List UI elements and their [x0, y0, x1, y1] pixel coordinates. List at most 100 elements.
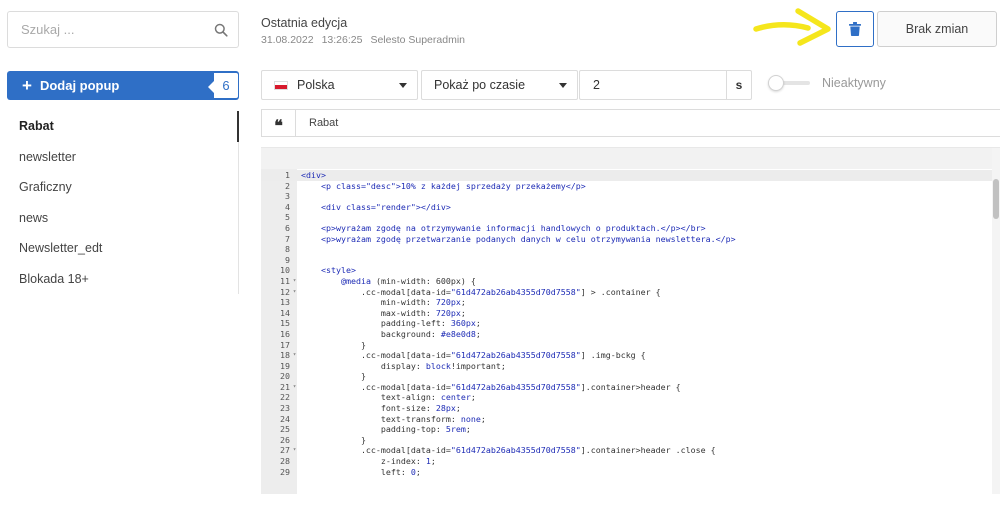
- code-line[interactable]: 4 <div class="render"></div>: [261, 202, 992, 213]
- line-number: 22: [280, 392, 290, 403]
- line-number: 3: [285, 191, 290, 202]
- fold-arrow-icon[interactable]: ▾: [290, 287, 299, 298]
- popup-list-item-rabat[interactable]: Rabat: [0, 111, 239, 142]
- delete-button[interactable]: [836, 11, 874, 47]
- code-line[interactable]: 29 left: 0;: [261, 467, 992, 478]
- popup-list-item-graficzny[interactable]: Graficzny: [0, 172, 238, 203]
- code-text: min-width: 720px;: [301, 297, 466, 308]
- line-number: 13: [280, 297, 290, 308]
- popup-title-input[interactable]: [296, 117, 1000, 129]
- code-text: <div class="render"></div>: [320, 201, 451, 212]
- code-line[interactable]: 14 max-width: 720px;: [261, 308, 992, 319]
- language-select[interactable]: Polska: [261, 70, 418, 100]
- code-text: @media (min-width: 600px) {: [340, 275, 476, 286]
- add-popup-button[interactable]: + Dodaj popup 6: [7, 71, 239, 100]
- code-line[interactable]: 10 <style>: [261, 265, 992, 276]
- code-line[interactable]: 3: [261, 191, 992, 202]
- code-line[interactable]: 8: [261, 244, 992, 255]
- code-text: text-align: center;: [301, 392, 476, 403]
- code-line[interactable]: 18 ▾ .cc-modal[data-id="61d472ab26ab4355d…: [261, 350, 992, 361]
- fold-arrow-icon[interactable]: ▾: [290, 350, 299, 361]
- no-changes-button[interactable]: Brak zmian: [877, 11, 997, 47]
- code-line[interactable]: 22 text-align: center;: [261, 392, 992, 403]
- code-line[interactable]: 2 <p class="desc">10% z każdej sprzedaży…: [261, 181, 992, 192]
- code-line[interactable]: 5: [261, 212, 992, 223]
- code-text: .cc-modal[data-id="61d472ab26ab4355d70d7…: [301, 286, 661, 297]
- active-toggle[interactable]: Nieaktywny: [768, 75, 886, 91]
- editor-scrollbar-thumb[interactable]: [993, 179, 999, 219]
- code-line[interactable]: 1 <div>: [261, 170, 992, 181]
- fold-arrow-icon[interactable]: ▾: [290, 382, 299, 393]
- code-text: background: #e8e0d8;: [301, 328, 481, 339]
- line-number: 25: [280, 424, 290, 435]
- search-icon[interactable]: [214, 23, 228, 37]
- code-line[interactable]: 12 ▾ .cc-modal[data-id="61d472ab26ab4355d…: [261, 287, 992, 298]
- code-line[interactable]: 13 min-width: 720px;: [261, 297, 992, 308]
- code-line[interactable]: 27 ▾ .cc-modal[data-id="61d472ab26ab4355d…: [261, 445, 992, 456]
- chevron-down-icon: [399, 82, 407, 88]
- code-line[interactable]: 11 ▾ @media (min-width: 600px) {: [261, 276, 992, 287]
- editor-scrollbar[interactable]: [992, 148, 1000, 494]
- code-line[interactable]: 25 padding-top: 5rem;: [261, 424, 992, 435]
- toggle-track[interactable]: [768, 75, 810, 91]
- code-line[interactable]: 26 }: [261, 435, 992, 446]
- chevron-down-icon: [559, 82, 567, 88]
- code-text: }: [301, 371, 366, 382]
- code-editor[interactable]: 1 <div> 2 <p class="desc">10% z każdej spr…: [261, 147, 1000, 494]
- code-line[interactable]: 20 }: [261, 371, 992, 382]
- fold-arrow-icon[interactable]: ▾: [290, 445, 299, 456]
- code-line[interactable]: 7 <p>wyrażam zgodę przetwarzanie podanyc…: [261, 234, 992, 245]
- code-text: }: [301, 434, 366, 445]
- trash-icon: [849, 22, 861, 36]
- line-number: 9: [285, 254, 290, 265]
- code-line[interactable]: 28 z-index: 1;: [261, 456, 992, 467]
- line-number: 24: [280, 413, 290, 424]
- code-line[interactable]: 24 text-transform: none;: [261, 414, 992, 425]
- delay-input[interactable]: [580, 71, 726, 99]
- code-text: max-width: 720px;: [301, 307, 466, 318]
- add-popup-label: Dodaj popup: [39, 78, 120, 93]
- popup-list-item-blokada[interactable]: Blokada 18+: [0, 264, 238, 295]
- line-number: 18: [280, 350, 290, 361]
- search-box[interactable]: [7, 11, 239, 48]
- delay-unit: s: [726, 71, 751, 99]
- code-line[interactable]: 23 font-size: 28px;: [261, 403, 992, 414]
- last-edit-user: Selesto Superadmin: [370, 34, 465, 46]
- fold-arrow-icon[interactable]: ▾: [290, 276, 299, 287]
- display-mode-value: Pokaż po czasie: [434, 78, 526, 92]
- popup-list-item-newsletter-edt[interactable]: Newsletter_edt: [0, 233, 238, 264]
- line-number: 12: [280, 286, 290, 297]
- code-line[interactable]: 9: [261, 255, 992, 266]
- search-input[interactable]: [21, 22, 214, 37]
- code-text: <p>wyrażam zgodę przetwarzanie podanych …: [320, 233, 736, 244]
- line-number: 14: [280, 307, 290, 318]
- code-text: padding-top: 5rem;: [301, 424, 471, 435]
- quote-icon: ❝: [262, 110, 296, 136]
- toggle-knob[interactable]: [768, 75, 784, 91]
- code-line[interactable]: 15 padding-left: 360px;: [261, 318, 992, 329]
- line-number: 19: [280, 360, 290, 371]
- popup-list-item-newsletter[interactable]: newsletter: [0, 142, 238, 173]
- code-line[interactable]: 6 <p>wyrażam zgodę na otrzymywanie infor…: [261, 223, 992, 234]
- popup-list-item-news[interactable]: news: [0, 203, 238, 234]
- display-mode-select[interactable]: Pokaż po czasie: [421, 70, 578, 100]
- popup-count-badge: 6: [208, 72, 239, 99]
- code-lines[interactable]: 1 <div> 2 <p class="desc">10% z każdej spr…: [261, 170, 992, 477]
- code-line[interactable]: 16 background: #e8e0d8;: [261, 329, 992, 340]
- code-line[interactable]: 19 display: block!important;: [261, 361, 992, 372]
- code-line[interactable]: 17 }: [261, 340, 992, 351]
- code-line[interactable]: 21 ▾ .cc-modal[data-id="61d472ab26ab4355d…: [261, 382, 992, 393]
- line-number: 6: [285, 222, 290, 233]
